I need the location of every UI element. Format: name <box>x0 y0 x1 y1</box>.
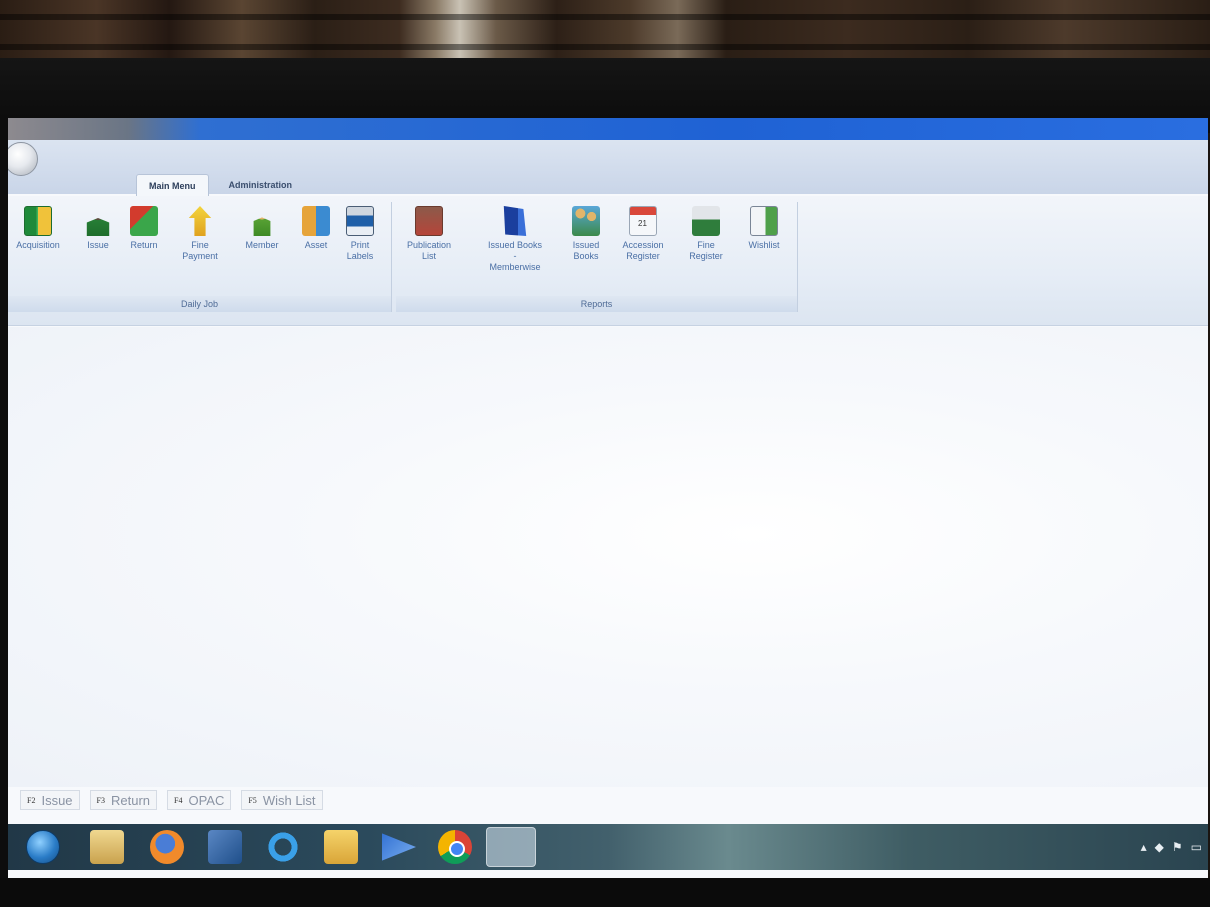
fine-register-label: Fine Register <box>689 240 723 261</box>
monitor-icon[interactable]: ▭ <box>1191 840 1202 854</box>
library-app-icon[interactable] <box>486 827 536 867</box>
taskbar: ▴ ◆ ⚑ ▭ <box>8 824 1208 870</box>
firefox-icon[interactable] <box>150 830 184 864</box>
ribbon-group-daily-job: Acquisition Issue Return Fine Payment Me… <box>8 202 392 312</box>
books-icon <box>24 206 52 236</box>
accession-register-button[interactable]: Accession Register <box>612 206 674 262</box>
ribbon-tabs: Main Menu Administration <box>136 174 304 196</box>
wishlist-icon <box>750 206 778 236</box>
accession-register-label: Accession Register <box>622 240 664 261</box>
ribbon-group-reports: Publication List Issued Books - Memberwi… <box>396 202 798 312</box>
return-button[interactable]: Return <box>116 206 172 251</box>
issue-label: Issue <box>87 240 109 250</box>
fine-payment-button[interactable]: Fine Payment <box>172 206 228 262</box>
hotkey-key: F3 <box>96 795 105 805</box>
hotkey-key: F4 <box>174 795 183 805</box>
fine-payment-label: Fine Payment <box>182 240 218 261</box>
network-icon[interactable]: ◆ <box>1155 840 1164 854</box>
chrome-icon[interactable] <box>438 830 472 864</box>
hotkey-bar: F2 Issue F3 Return F4 OPAC F5 Wish List <box>20 790 323 812</box>
asset-label: Asset <box>304 240 328 250</box>
asset-icon <box>302 206 330 236</box>
media-icon[interactable] <box>208 830 242 864</box>
ribbon: Acquisition Issue Return Fine Payment Me… <box>8 196 1208 326</box>
arrow-app-icon[interactable] <box>382 833 416 861</box>
flag-icon[interactable]: ⚑ <box>1172 840 1183 854</box>
monitor-bezel-bottom <box>0 878 1210 907</box>
person-book-icon <box>86 218 110 236</box>
internet-explorer-icon[interactable] <box>266 830 300 864</box>
group-label-reports: Reports <box>396 296 797 312</box>
issued-books-label: Issued Books <box>572 240 600 261</box>
issued-books-icon <box>572 206 600 236</box>
issued-books-memberwise-label: Issued Books - Memberwise <box>487 240 543 272</box>
calendar-icon <box>629 206 657 236</box>
hotkey-return[interactable]: F3 Return <box>89 790 158 810</box>
wishlist-label: Wishlist <box>748 240 780 250</box>
wishlist-button[interactable]: Wishlist <box>736 206 792 251</box>
acquisition-label: Acquisition <box>16 240 60 250</box>
publication-list-label: Publication List <box>406 240 452 261</box>
file-explorer-icon[interactable] <box>90 830 124 864</box>
fine-register-button[interactable]: Fine Register <box>678 206 734 262</box>
folder-icon[interactable] <box>324 830 358 864</box>
hotkey-label: Return <box>110 792 151 808</box>
tab-administration[interactable]: Administration <box>217 174 305 196</box>
hotkey-label: Issue <box>41 792 73 808</box>
issued-books-memberwise-button[interactable]: Issued Books - Memberwise <box>474 206 556 273</box>
group-label-daily-job: Daily Job <box>8 296 391 312</box>
fine-payment-icon <box>188 206 212 236</box>
fine-register-icon <box>692 206 720 236</box>
hotkey-label: Wish List <box>262 792 316 808</box>
hotkey-key: F5 <box>248 795 257 805</box>
return-arrows-icon <box>130 206 158 236</box>
hotkey-label: OPAC <box>188 792 225 808</box>
hotkey-wish-list[interactable]: F5 Wish List <box>241 790 323 810</box>
hotkey-opac[interactable]: F4 OPAC <box>167 790 232 810</box>
workspace-area <box>8 327 1208 787</box>
screen: Main Menu Administration Acquisition Iss… <box>8 118 1208 880</box>
acquisition-button[interactable]: Acquisition <box>10 206 66 251</box>
publication-list-button[interactable]: Publication List <box>396 206 462 262</box>
member-button[interactable]: Member <box>234 206 290 251</box>
member-icon <box>253 217 271 236</box>
tab-main-menu[interactable]: Main Menu <box>136 174 209 196</box>
publication-list-icon <box>415 206 443 236</box>
print-labels-button[interactable]: Print Labels <box>332 206 388 262</box>
hotkey-key: F2 <box>27 795 36 805</box>
start-button[interactable] <box>26 830 60 864</box>
member-label: Member <box>245 240 279 250</box>
return-label: Return <box>130 240 158 250</box>
chevron-up-icon[interactable]: ▴ <box>1141 840 1147 854</box>
print-labels-label: Print Labels <box>346 240 374 261</box>
hotkey-issue[interactable]: F2 Issue <box>20 790 80 810</box>
printer-icon <box>346 206 374 236</box>
issued-books-button[interactable]: Issued Books <box>558 206 614 262</box>
issued-books-memberwise-icon <box>503 206 527 236</box>
system-tray: ▴ ◆ ⚑ ▭ <box>1141 838 1202 856</box>
